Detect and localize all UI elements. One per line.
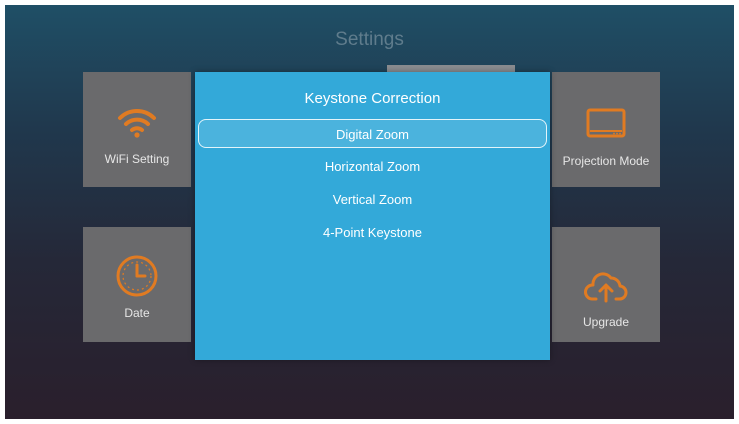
dialog-title: Keystone Correction — [304, 90, 441, 107]
screen-icon — [586, 108, 626, 140]
tile-date[interactable]: Date — [83, 227, 191, 342]
tv-screen: Settings WiFi Setting Date Projection Mo… — [5, 5, 734, 419]
tile-projection-mode[interactable]: Projection Mode — [552, 72, 660, 187]
menu-item-4-point-keystone[interactable]: 4-Point Keystone — [198, 218, 547, 247]
page-title: Settings — [335, 29, 404, 50]
wifi-icon — [117, 106, 157, 138]
tile-label-upgrade: Upgrade — [582, 315, 630, 329]
tile-wifi-setting[interactable]: WiFi Setting — [83, 72, 191, 187]
keystone-dialog: Keystone Correction Digital Zoom Horizon… — [195, 72, 550, 360]
cloud-upload-icon — [584, 269, 628, 303]
menu-item-horizontal-zoom[interactable]: Horizontal Zoom — [198, 152, 547, 181]
tile-label-projection: Projection Mode — [562, 154, 650, 168]
tile-upgrade[interactable]: Upgrade — [552, 227, 660, 342]
tile-label-wifi: WiFi Setting — [104, 152, 170, 166]
clock-icon — [115, 254, 159, 298]
menu-item-digital-zoom[interactable]: Digital Zoom — [198, 119, 547, 148]
menu-item-vertical-zoom[interactable]: Vertical Zoom — [198, 185, 547, 214]
tile-label-date: Date — [124, 306, 150, 320]
